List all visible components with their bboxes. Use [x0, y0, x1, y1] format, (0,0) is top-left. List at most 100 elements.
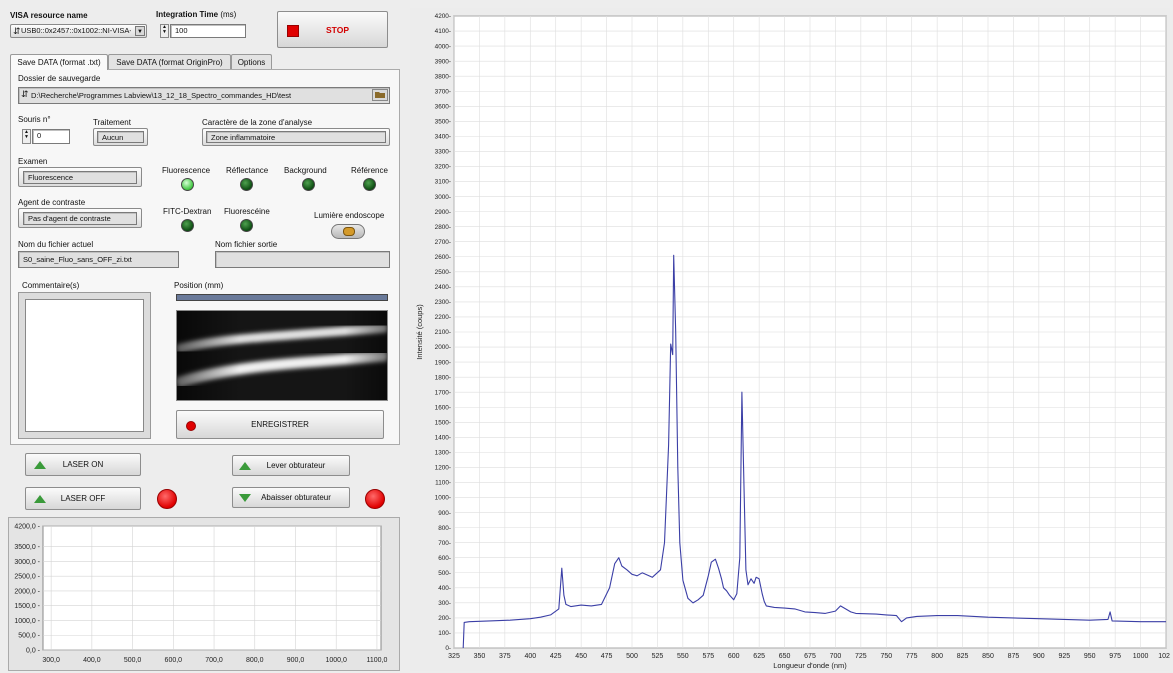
y-tick-label: 3000,0 - — [14, 559, 40, 566]
integration-label: Integration Time (ms) — [156, 10, 236, 19]
x-tick-label: 575 — [702, 653, 714, 660]
x-tick-label: 325 — [448, 653, 460, 660]
x-tick-label: 625 — [753, 653, 765, 660]
y-tick-label: 3200- — [435, 164, 451, 171]
y-tick-label: 1300- — [435, 450, 451, 457]
x-tick-label: 400 — [524, 653, 536, 660]
x-tick-label: 500 — [626, 653, 638, 660]
x-tick-label: 650 — [779, 653, 791, 660]
x-tick-label: 900 — [1033, 653, 1045, 660]
fluorescence-led — [181, 178, 194, 191]
y-tick-label: 200- — [438, 615, 451, 622]
contrast-label: Agent de contraste — [18, 198, 86, 207]
output-file-value — [215, 251, 390, 268]
exam-select[interactable]: Fluorescence — [18, 167, 142, 187]
treatment-value: Aucun — [97, 131, 144, 143]
y-tick-label: 600- — [438, 555, 451, 562]
y-tick-label: 1400- — [435, 435, 451, 442]
y-tick-label: 0,0 - — [26, 648, 41, 655]
spectrum-chart: 0- 100- 200- 300- 400- 500- 600- 700- 800- 900- 10… — [415, 13, 1173, 670]
x-tick-label: 700 — [830, 653, 842, 660]
integration-label-text: Integration Time — [156, 10, 219, 19]
zone-value: Zone inflammatoire — [206, 131, 386, 143]
y-tick-label: 3100- — [435, 179, 451, 186]
x-tick-label: 900,0 — [287, 657, 305, 664]
tab-save-origin[interactable]: Save DATA (format OriginPro) — [108, 54, 231, 69]
y-tick-label: 1000- — [435, 495, 451, 502]
x-tick-label: 975 — [1109, 653, 1121, 660]
zone-select[interactable]: Zone inflammatoire — [202, 128, 390, 146]
arrow-up-icon — [239, 462, 251, 470]
position-label: Position (mm) — [174, 281, 224, 290]
camera-image — [176, 310, 388, 401]
comments-textarea[interactable] — [25, 299, 144, 432]
y-tick-label: 3600- — [435, 103, 451, 110]
x-tick-label: 500,0 — [124, 657, 142, 664]
y-tick-label: 3900- — [435, 58, 451, 65]
integration-time-input[interactable]: 100 — [170, 24, 246, 38]
chevron-down-icon[interactable]: ▼ — [135, 26, 145, 36]
visa-resource-select[interactable]: ⇵ USB0::0x2457::0x1002::NI-VISA- ▼ — [10, 24, 147, 38]
x-tick-label: 525 — [652, 653, 664, 660]
x-tick-label: 950 — [1084, 653, 1096, 660]
y-tick-label: 1600- — [435, 404, 451, 411]
small-chart-frame: 0,0 - 500,0 - 1000,0 - 1500,0 - 2000,0 - 2500… — [8, 517, 400, 671]
record-button[interactable]: ENREGISTRER — [176, 410, 384, 439]
y-tick-label: 1000,0 - — [14, 618, 40, 625]
x-axis-label: Longueur d'onde (nm) — [773, 661, 847, 670]
integration-stepper[interactable]: ▲ ▼ — [160, 24, 169, 38]
reference-indicator-label: Référence — [351, 166, 388, 175]
laser-on-button[interactable]: LASER ON — [25, 453, 141, 476]
y-tick-label: 2600- — [435, 254, 451, 261]
current-file-label: Nom du fichier actuel — [18, 240, 94, 249]
x-tick-label: 925 — [1058, 653, 1070, 660]
mouse-number-input[interactable]: 0 — [32, 129, 70, 144]
mouse-stepper[interactable]: ▲ ▼ — [22, 129, 31, 144]
x-tick-label: 1100,0 — [366, 657, 387, 664]
laser-off-button[interactable]: LASER OFF — [25, 487, 141, 510]
folder-browse-icon[interactable] — [372, 89, 388, 101]
y-tick-label: 2300- — [435, 299, 451, 306]
y-tick-label: 1500- — [435, 419, 451, 426]
x-tick-label: 300,0 — [42, 657, 60, 664]
laser-status-led — [157, 489, 177, 509]
x-tick-label: 375 — [499, 653, 511, 660]
tab-options[interactable]: Options — [231, 54, 272, 69]
tab-save-txt[interactable]: Save DATA (format .txt) — [10, 54, 108, 70]
current-file-value: S0_saine_Fluo_sans_OFF_zi.txt — [18, 251, 179, 268]
x-tick-label: 450 — [575, 653, 587, 660]
stop-square-icon — [287, 25, 299, 37]
exam-value: Fluorescence — [23, 171, 137, 184]
save-folder-label: Dossier de sauvegarde — [18, 74, 101, 83]
reflectance-indicator-label: Réflectance — [226, 166, 269, 175]
y-tick-label: 0- — [445, 645, 451, 652]
zone-label: Caractère de la zone d'analyse — [202, 118, 313, 127]
fluorescence-indicator-label: Fluorescence — [162, 166, 211, 175]
output-file-label: Nom fichier sortie — [215, 240, 278, 249]
endoscope-toggle[interactable] — [331, 224, 365, 239]
position-bar — [176, 294, 388, 301]
x-tick-label: 475 — [601, 653, 613, 660]
x-tick-label: 750 — [880, 653, 892, 660]
treatment-select[interactable]: Aucun — [93, 128, 148, 146]
shutter-down-button[interactable]: Abaisser obturateur — [232, 487, 350, 508]
y-tick-label: 2200- — [435, 314, 451, 321]
reference-led — [363, 178, 376, 191]
visa-value: USB0::0x2457::0x1002::NI-VISA- — [21, 26, 131, 35]
shutter-up-button[interactable]: Lever obturateur — [232, 455, 350, 476]
x-tick-label: 1000 — [1133, 653, 1149, 660]
save-folder-path[interactable]: D:\Recherche\Programmes Labview\13_12_18… — [18, 87, 390, 104]
x-tick-label: 700,0 — [205, 657, 223, 664]
arrow-down-icon — [239, 494, 251, 502]
record-dot-icon — [186, 421, 196, 431]
x-tick-label: 1000,0 — [325, 657, 347, 664]
y-tick-label: 2700- — [435, 239, 451, 246]
y-tick-label: 4000- — [435, 43, 451, 50]
x-tick-label: 1025 — [1158, 653, 1170, 660]
contrast-select[interactable]: Pas d'agent de contraste — [18, 208, 142, 228]
laser-off-label: LASER OFF — [60, 494, 106, 503]
stop-button[interactable]: STOP — [277, 11, 388, 48]
x-tick-label: 350 — [474, 653, 486, 660]
y-tick-label: 2900- — [435, 209, 451, 216]
visa-label: VISA resource name — [10, 11, 88, 20]
